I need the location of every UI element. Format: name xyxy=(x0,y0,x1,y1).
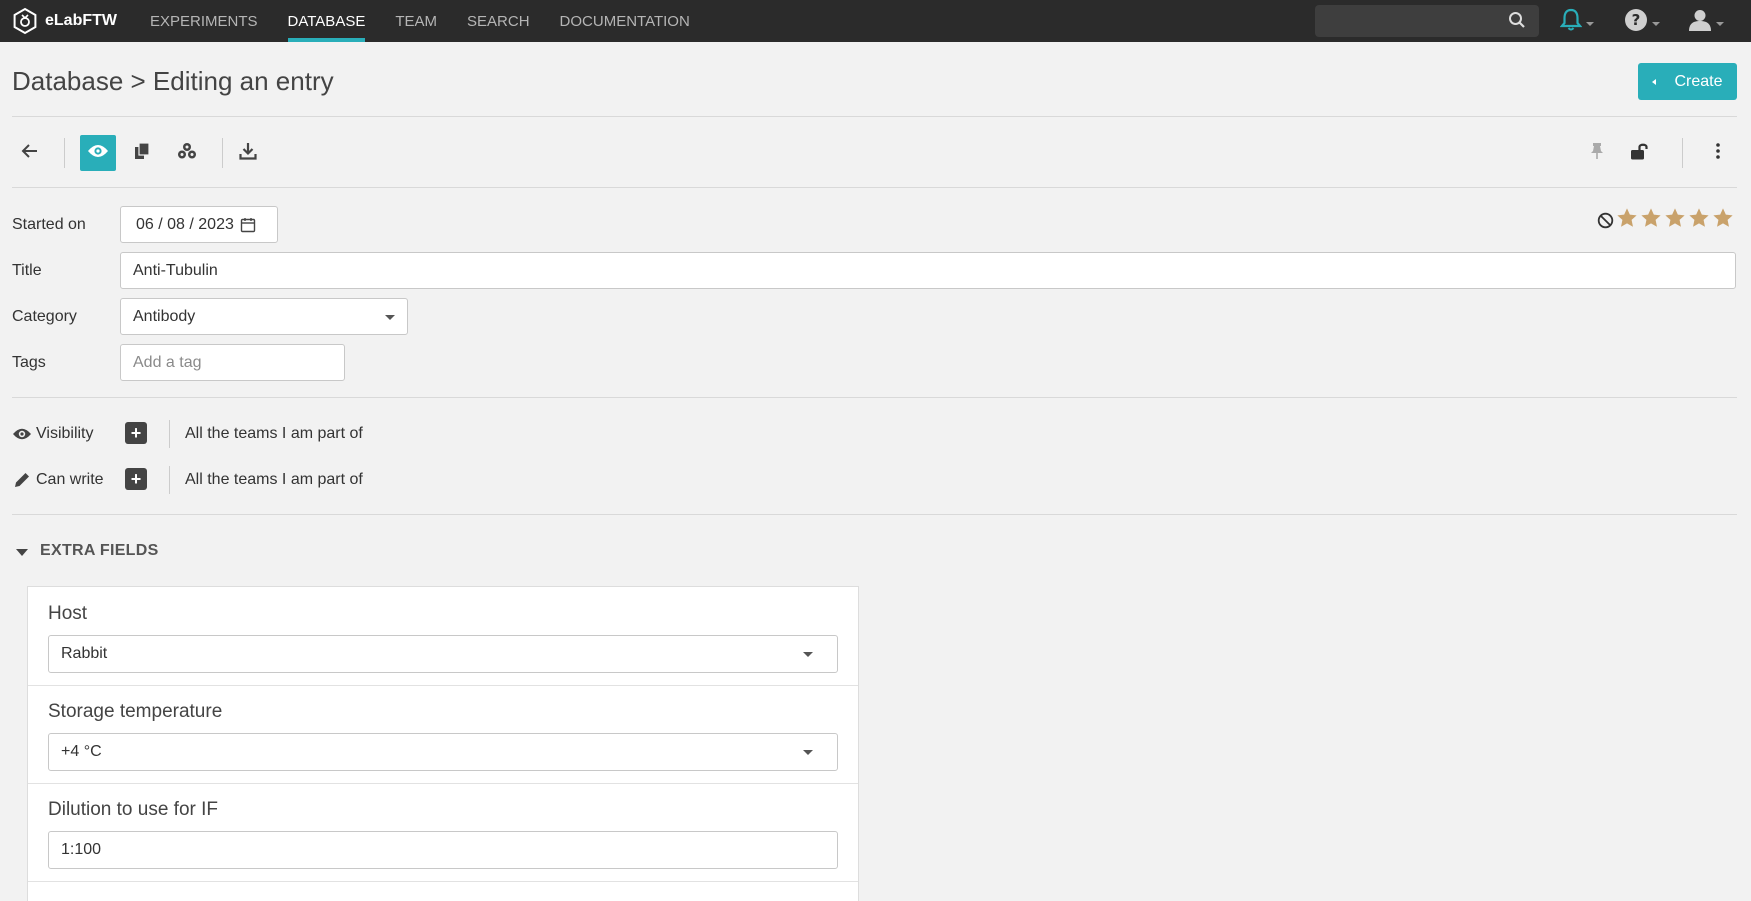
svg-text:?: ? xyxy=(1632,11,1641,29)
pin-icon xyxy=(1590,142,1604,165)
title-label: Title xyxy=(12,262,42,279)
divider xyxy=(12,514,1737,515)
eye-icon xyxy=(12,427,32,441)
user-menu-button[interactable] xyxy=(1688,8,1724,37)
divider xyxy=(12,187,1737,188)
search-input[interactable] xyxy=(1315,5,1539,37)
storage-temperature-value: +4 °C xyxy=(61,743,102,760)
visibility-value: All the teams I am part of xyxy=(185,425,363,442)
chevron-down-icon xyxy=(1716,22,1724,26)
started-on-label: Started on xyxy=(12,216,86,233)
visibility-label: Visibility xyxy=(36,425,94,442)
title-input[interactable]: Anti-Tubulin xyxy=(120,252,1736,289)
copy-icon xyxy=(133,141,151,165)
chevron-down-icon xyxy=(803,652,813,657)
toolbar-separator xyxy=(64,138,65,168)
main-nav: EXPERIMENTS DATABASE TEAM SEARCH DOCUMEN… xyxy=(150,0,720,42)
separator xyxy=(169,466,170,494)
star-icon[interactable] xyxy=(1640,207,1662,234)
add-visibility-button[interactable]: + xyxy=(125,422,147,444)
extra-fields-panel: Host Rabbit Storage temperature +4 °C Di… xyxy=(27,586,859,901)
user-icon xyxy=(1688,8,1712,37)
divider xyxy=(12,116,1737,117)
extra-fields-title[interactable]: EXTRA FIELDS xyxy=(40,542,159,560)
lock-toggle-button[interactable] xyxy=(1622,135,1658,171)
add-can-write-button[interactable]: + xyxy=(125,468,147,490)
star-icon[interactable] xyxy=(1712,207,1734,234)
tags-input[interactable]: Add a tag xyxy=(120,344,345,381)
notifications-button[interactable] xyxy=(1559,8,1594,37)
arrow-left-icon xyxy=(21,143,39,164)
chevron-left-icon xyxy=(1652,78,1657,85)
tags-label: Tags xyxy=(12,354,46,371)
category-label: Category xyxy=(12,308,77,325)
star-icon[interactable] xyxy=(1664,207,1686,234)
storage-temperature-label: Storage temperature xyxy=(48,701,223,722)
star-icon[interactable] xyxy=(1688,207,1710,234)
category-select[interactable]: Antibody xyxy=(120,298,408,335)
dilution-if-label: Dilution to use for IF xyxy=(48,799,219,820)
brand-name: eLabFTW xyxy=(45,12,117,29)
divider xyxy=(12,397,1737,398)
chevron-down-icon xyxy=(1652,22,1660,26)
elabftw-logo-icon xyxy=(10,6,40,36)
help-button[interactable]: ? xyxy=(1624,8,1660,37)
nav-documentation[interactable]: DOCUMENTATION xyxy=(560,0,690,42)
export-button[interactable] xyxy=(230,135,266,171)
storage-temperature-select[interactable]: +4 °C xyxy=(48,733,838,771)
more-actions-button[interactable] xyxy=(1700,135,1736,171)
pin-button[interactable] xyxy=(1579,135,1615,171)
boxes-icon xyxy=(177,142,197,165)
host-select[interactable]: Rabbit xyxy=(48,635,838,673)
brand[interactable]: eLabFTW xyxy=(10,6,150,36)
unlock-icon xyxy=(1630,142,1650,165)
clear-rating-icon[interactable] xyxy=(1597,212,1614,229)
rating-stars xyxy=(1597,207,1736,234)
help-icon: ? xyxy=(1624,8,1648,37)
collapse-caret-icon[interactable] xyxy=(16,549,28,556)
nav-database[interactable]: DATABASE xyxy=(287,0,365,42)
star-icon[interactable] xyxy=(1616,207,1638,234)
host-value: Rabbit xyxy=(61,645,108,662)
date-value: 06 / 08 / 2023 xyxy=(136,215,234,233)
view-mode-button[interactable] xyxy=(80,135,116,171)
dilution-if-input[interactable]: 1:100 xyxy=(48,831,838,869)
link-resources-button[interactable] xyxy=(169,135,205,171)
pencil-icon xyxy=(13,471,31,489)
host-label: Host xyxy=(48,603,88,624)
create-button[interactable]: Create xyxy=(1638,63,1737,100)
eye-icon xyxy=(87,143,109,164)
nav-experiments[interactable]: EXPERIMENTS xyxy=(150,0,258,42)
row-divider xyxy=(28,881,858,882)
search-icon[interactable] xyxy=(1508,11,1526,34)
category-value: Antibody xyxy=(133,307,196,325)
bell-icon xyxy=(1559,8,1583,37)
page-title: Database > Editing an entry xyxy=(12,66,334,96)
date-input[interactable]: 06 / 08 / 2023 xyxy=(120,206,278,243)
toolbar-separator xyxy=(1682,138,1683,168)
chevron-down-icon xyxy=(385,314,395,320)
chevron-down-icon xyxy=(1586,22,1594,26)
toolbar-separator xyxy=(222,138,223,168)
can-write-value: All the teams I am part of xyxy=(185,471,363,488)
row-divider xyxy=(28,783,858,784)
back-button[interactable] xyxy=(12,135,48,171)
calendar-icon[interactable] xyxy=(240,217,256,233)
row-divider xyxy=(28,685,858,686)
chevron-down-icon xyxy=(803,750,813,755)
kebab-menu-icon xyxy=(1715,142,1721,165)
separator xyxy=(169,420,170,448)
download-icon xyxy=(239,142,257,165)
nav-team[interactable]: TEAM xyxy=(395,0,437,42)
create-label: Create xyxy=(1674,72,1723,90)
top-navbar: eLabFTW EXPERIMENTS DATABASE TEAM SEARCH… xyxy=(0,0,1751,42)
nav-search[interactable]: SEARCH xyxy=(467,0,530,42)
can-write-label: Can write xyxy=(36,471,104,488)
duplicate-button[interactable] xyxy=(124,135,160,171)
